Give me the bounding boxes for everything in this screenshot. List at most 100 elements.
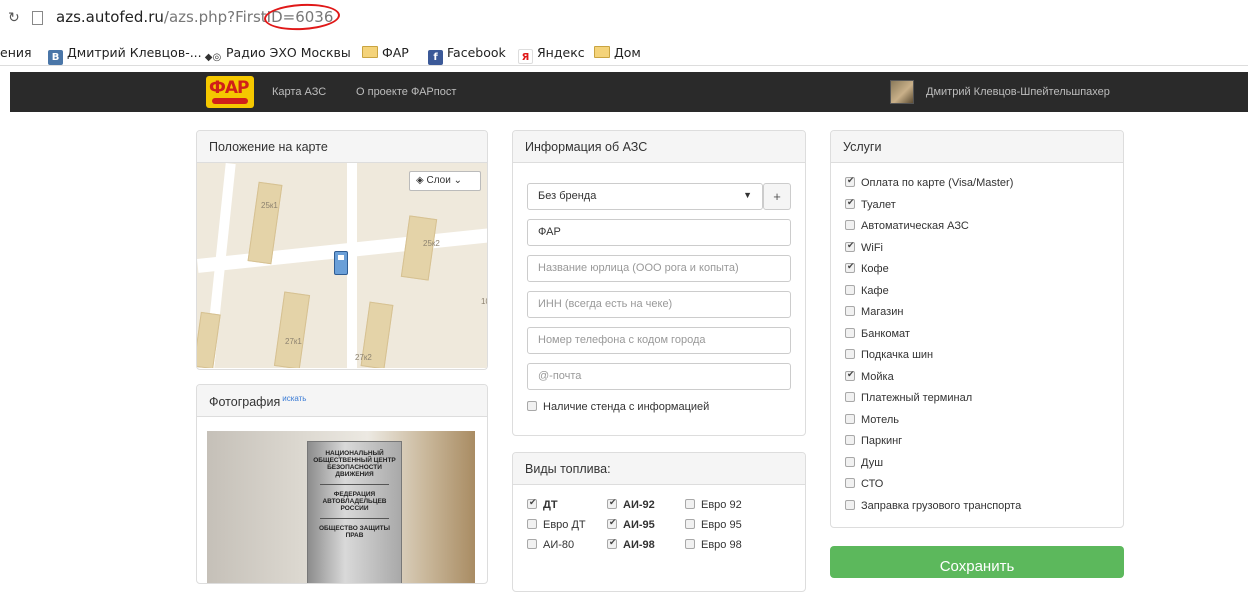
fuel-item[interactable]: Евро 98: [685, 539, 742, 551]
service-label: WiFi: [861, 241, 883, 254]
service-checkbox[interactable]: [845, 306, 855, 316]
service-label: Мотель: [861, 413, 899, 426]
fuel-item[interactable]: ДТ: [527, 497, 558, 511]
service-label: Кофе: [861, 263, 889, 275]
add-brand-button[interactable]: +: [763, 183, 791, 210]
fuel-item[interactable]: АИ-92: [607, 497, 655, 511]
map-panel-title: Положение на карте: [197, 131, 487, 163]
service-checkbox[interactable]: [845, 284, 855, 295]
fuel-checkbox[interactable]: [685, 519, 695, 529]
service-item[interactable]: Магазин: [845, 306, 903, 318]
service-item[interactable]: Кофе: [845, 261, 889, 275]
layers-icon: ◈: [416, 175, 427, 186]
bookmark-label: ФАР: [382, 45, 409, 60]
fuel-checkbox[interactable]: [607, 497, 617, 509]
service-checkbox[interactable]: [845, 327, 855, 338]
map-label: 27к1: [285, 337, 302, 346]
service-item[interactable]: Банкомат: [845, 327, 910, 340]
service-checkbox[interactable]: [845, 349, 855, 359]
search-photo-link[interactable]: искать: [282, 394, 306, 403]
service-checkbox[interactable]: [845, 369, 855, 381]
service-item[interactable]: Заправка грузового транспорта: [845, 499, 1021, 512]
bookmark-item[interactable]: ◆◎ Радио ЭХО Москвы: [204, 45, 351, 65]
bookmark-item[interactable]: f Facebook: [428, 45, 506, 65]
brand-select[interactable]: Без бренда ▼: [527, 183, 763, 210]
legal-name-input[interactable]: Название юрлица (ООО рога и копыта): [527, 255, 791, 282]
service-checkbox[interactable]: [845, 499, 855, 510]
fuel-checkbox[interactable]: [685, 499, 695, 509]
fuel-item[interactable]: АИ-80: [527, 539, 574, 551]
nav-link-map[interactable]: Карта АЗС: [272, 86, 326, 98]
fuel-item[interactable]: АИ-98: [607, 537, 655, 551]
service-checkbox[interactable]: [845, 197, 855, 209]
reload-icon[interactable]: ↻: [8, 9, 20, 26]
fuel-item[interactable]: Евро ДТ: [527, 519, 586, 531]
service-checkbox[interactable]: [845, 220, 855, 230]
nav-link-about[interactable]: О проекте ФАРпост: [356, 86, 456, 98]
user-name: Дмитрий Клевцов-Шпейтельшпахер: [926, 86, 1110, 98]
avatar: [890, 80, 914, 104]
service-item[interactable]: Душ: [845, 456, 883, 469]
bookmark-item[interactable]: ФАР: [362, 45, 409, 60]
service-label: Кафе: [861, 284, 889, 297]
service-item[interactable]: WiFi: [845, 240, 883, 254]
service-checkbox[interactable]: [845, 413, 855, 424]
service-checkbox[interactable]: [845, 435, 855, 445]
services-panel-title: Услуги: [831, 131, 1123, 163]
service-item[interactable]: Мойка: [845, 369, 894, 383]
service-item[interactable]: Кафе: [845, 284, 889, 297]
service-checkbox[interactable]: [845, 261, 855, 273]
fuel-item[interactable]: Евро 95: [685, 519, 742, 531]
fuel-checkbox[interactable]: [607, 537, 617, 549]
fuel-checkbox[interactable]: [527, 497, 537, 509]
service-checkbox[interactable]: [845, 392, 855, 402]
email-input[interactable]: @-почта: [527, 363, 791, 390]
service-item[interactable]: Автоматическая АЗС: [845, 220, 969, 232]
inn-input[interactable]: ИНН (всегда есть на чеке): [527, 291, 791, 318]
service-item[interactable]: Подкачка шин: [845, 349, 933, 361]
stand-checkbox-row[interactable]: Наличие стенда с информацией: [527, 401, 709, 413]
bookmark-item[interactable]: Дом: [594, 45, 641, 60]
fuel-checkbox[interactable]: [527, 519, 537, 529]
folder-icon: [362, 46, 378, 58]
fuel-item[interactable]: Евро 92: [685, 499, 742, 511]
layers-button[interactable]: ◈ Слои ⌄: [409, 171, 481, 191]
services-panel: Услуги Оплата по карте (Visa/Master) Туал…: [830, 130, 1124, 528]
service-checkbox[interactable]: [845, 478, 855, 488]
map-label: 25к1: [261, 201, 278, 210]
gas-station-marker-icon[interactable]: [334, 251, 348, 275]
service-item[interactable]: СТО: [845, 478, 883, 490]
map-building: [273, 291, 311, 368]
bookmark-item[interactable]: B Дмитрий Клевцов-...: [48, 45, 202, 65]
map-view[interactable]: 25к1 25к2 27к1 27к2 10 ◈ Слои ⌄: [197, 163, 487, 368]
save-button[interactable]: Сохранить: [830, 546, 1124, 578]
service-item[interactable]: Платежный терминал: [845, 392, 972, 404]
phone-input[interactable]: Номер телефона с кодом города: [527, 327, 791, 354]
bookmark-item[interactable]: ения: [0, 45, 32, 60]
map-label: 25к2: [423, 239, 440, 248]
fuel-item[interactable]: АИ-95: [607, 517, 655, 531]
bookmark-label: Facebook: [447, 45, 506, 60]
service-item[interactable]: Оплата по карте (Visa/Master): [845, 175, 1013, 189]
fuel-checkbox[interactable]: [685, 539, 695, 549]
service-checkbox[interactable]: [845, 175, 855, 187]
url-host: azs.autofed.ru: [56, 8, 164, 26]
service-label: СТО: [861, 478, 884, 490]
service-item[interactable]: Паркинг: [845, 435, 902, 447]
fuel-checkbox[interactable]: [527, 539, 537, 549]
station-name-input[interactable]: ФАР: [527, 219, 791, 246]
facebook-icon: f: [428, 50, 443, 65]
service-label: Подкачка шин: [861, 349, 934, 361]
service-checkbox[interactable]: [845, 240, 855, 252]
service-item[interactable]: Туалет: [845, 197, 896, 211]
photo-panel-title: Фотография искать: [197, 385, 487, 417]
page-icon: [32, 11, 43, 25]
fuel-checkbox[interactable]: [607, 517, 617, 529]
stand-checkbox[interactable]: [527, 401, 537, 411]
fuel-label: Евро 98: [701, 539, 742, 551]
site-logo[interactable]: ФАР: [206, 76, 254, 108]
station-photo[interactable]: НАЦИОНАЛЬНЫЙ ОБЩЕСТВЕННЫЙ ЦЕНТР БЕЗОПАСН…: [207, 431, 475, 583]
service-checkbox[interactable]: [845, 456, 855, 467]
bookmark-item[interactable]: Я Яндекс: [518, 45, 585, 64]
service-item[interactable]: Мотель: [845, 413, 899, 426]
